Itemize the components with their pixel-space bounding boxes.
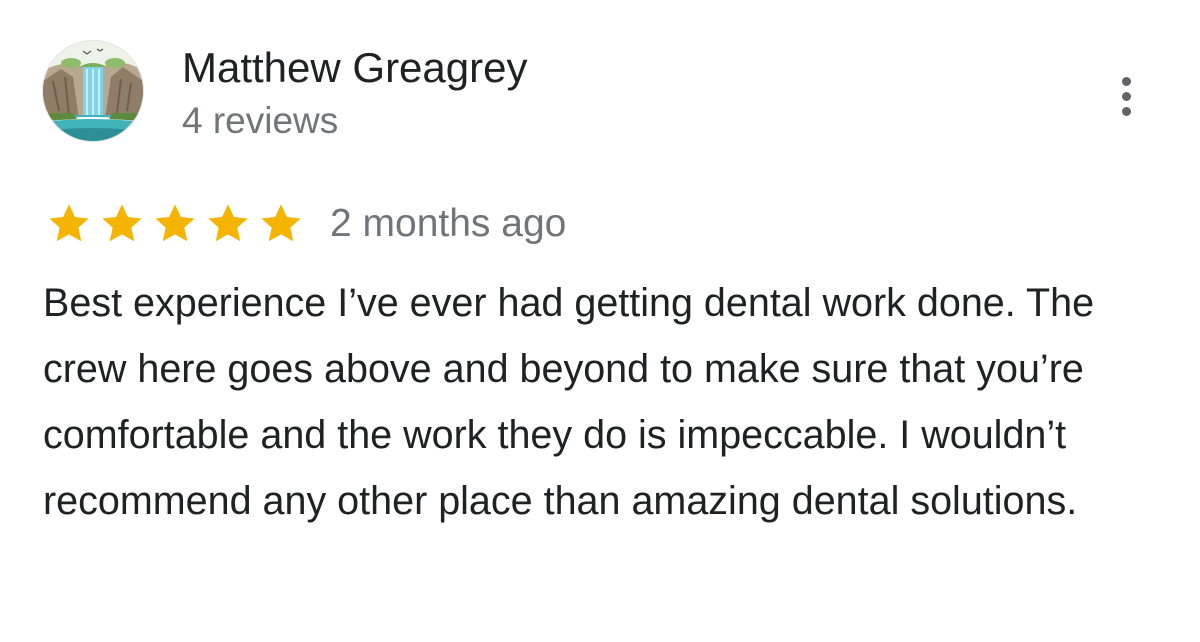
review-date: 2 months ago xyxy=(330,202,567,245)
author-review-count[interactable]: 4 reviews xyxy=(182,99,338,143)
more-options-button[interactable] xyxy=(1106,70,1146,122)
star-rating xyxy=(44,200,306,248)
more-vert-icon-dot xyxy=(1121,91,1131,101)
review-text: Best experience I’ve ever had getting de… xyxy=(43,281,1095,523)
star-icon xyxy=(49,204,89,242)
more-vert-icon xyxy=(1121,76,1131,86)
author-name[interactable]: Matthew Greagrey xyxy=(182,44,527,92)
review-card: Matthew Greagrey 4 reviews 2 months ago … xyxy=(0,0,1200,642)
star-icon xyxy=(155,204,195,242)
author-avatar[interactable] xyxy=(42,40,144,142)
star-icon xyxy=(102,204,142,242)
rating-row: 2 months ago xyxy=(44,200,566,248)
star-icon xyxy=(261,204,301,242)
star-icon xyxy=(208,204,248,242)
more-vert-icon-dot xyxy=(1121,106,1131,116)
waterfall-landscape-avatar-icon xyxy=(43,41,143,141)
